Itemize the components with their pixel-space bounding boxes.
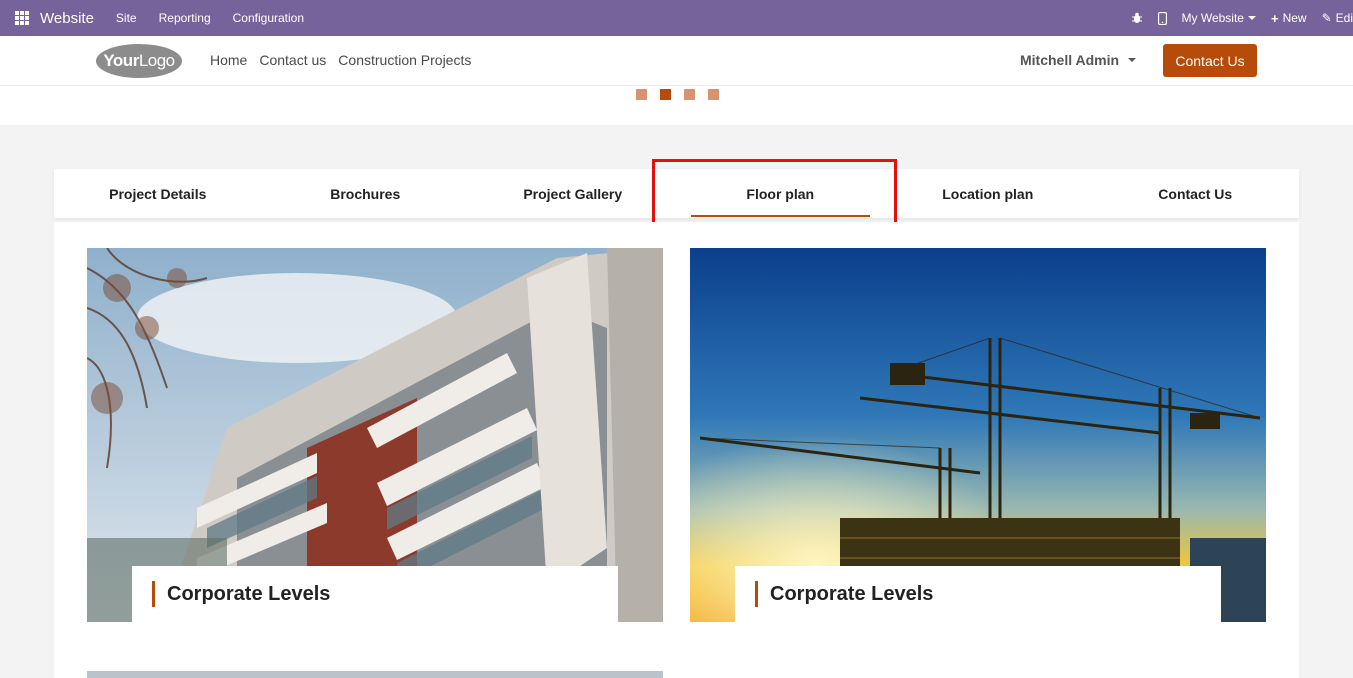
admin-bar: Website Site Reporting Configuration My …: [0, 0, 1353, 36]
pencil-icon: ✎: [1321, 11, 1332, 25]
logo-text-light: Logo: [138, 51, 175, 70]
user-name: Mitchell Admin: [1020, 52, 1120, 68]
site-logo[interactable]: Your Logo: [96, 44, 182, 78]
nav-home[interactable]: Home: [210, 52, 247, 68]
website-selector[interactable]: My Website: [1182, 11, 1256, 25]
admin-menu-configuration[interactable]: Configuration: [233, 11, 304, 25]
card-caption: Corporate Levels: [735, 566, 1221, 622]
edit-button[interactable]: ✎ Edi: [1322, 11, 1353, 25]
carousel-indicator[interactable]: [636, 89, 647, 100]
carousel-indicator[interactable]: [708, 89, 719, 100]
main-nav: Home Contact us Construction Projects: [210, 52, 483, 68]
contact-us-button[interactable]: Contact Us: [1163, 44, 1257, 77]
tab-brochures[interactable]: Brochures: [262, 169, 470, 218]
nav-contact-us[interactable]: Contact us: [259, 52, 326, 68]
caption-accent-bar: [152, 581, 155, 607]
card-caption: Corporate Levels: [132, 566, 618, 622]
chevron-down-icon: [1128, 58, 1137, 62]
chevron-down-icon: [1247, 16, 1256, 20]
tab-location-plan[interactable]: Location plan: [884, 169, 1092, 218]
tab-project-details[interactable]: Project Details: [54, 169, 262, 218]
plus-icon: +: [1270, 10, 1279, 26]
tab-contact-us[interactable]: Contact Us: [1092, 169, 1300, 218]
nav-construction-projects[interactable]: Construction Projects: [338, 52, 471, 68]
user-menu[interactable]: Mitchell Admin: [1020, 52, 1137, 68]
card-title: Corporate Levels: [770, 582, 934, 605]
floor-plan-card-partial[interactable]: [87, 671, 663, 678]
website-selector-label: My Website: [1181, 11, 1244, 25]
carousel-indicator[interactable]: [684, 89, 695, 100]
floor-plan-card[interactable]: Corporate Levels: [690, 248, 1266, 622]
logo-text-bold: Your: [103, 51, 139, 70]
admin-brand[interactable]: Website: [40, 10, 94, 27]
site-header: Your Logo Home Contact us Construction Pr…: [0, 36, 1353, 86]
edit-label: Edi: [1335, 11, 1353, 25]
admin-menu-site[interactable]: Site: [116, 11, 137, 25]
carousel-strip: [0, 86, 1353, 125]
card-title: Corporate Levels: [167, 582, 331, 605]
floor-plan-card[interactable]: Corporate Levels: [87, 248, 663, 622]
apps-grid-icon[interactable]: [15, 11, 29, 25]
new-button[interactable]: + New: [1271, 11, 1307, 26]
caption-accent-bar: [755, 581, 758, 607]
bug-icon[interactable]: [1131, 12, 1143, 24]
carousel-indicator-active[interactable]: [660, 89, 671, 100]
tab-project-gallery[interactable]: Project Gallery: [469, 169, 677, 218]
carousel-indicators: [636, 89, 719, 100]
mobile-preview-icon[interactable]: [1157, 11, 1167, 25]
floor-plan-content: Corporate Levels Corporate Levels: [54, 222, 1299, 678]
new-label: New: [1282, 11, 1307, 25]
project-tabs: Project Details Brochures Project Galler…: [54, 169, 1299, 218]
admin-menu-reporting[interactable]: Reporting: [159, 11, 211, 25]
tab-floor-plan[interactable]: Floor plan: [677, 169, 885, 218]
